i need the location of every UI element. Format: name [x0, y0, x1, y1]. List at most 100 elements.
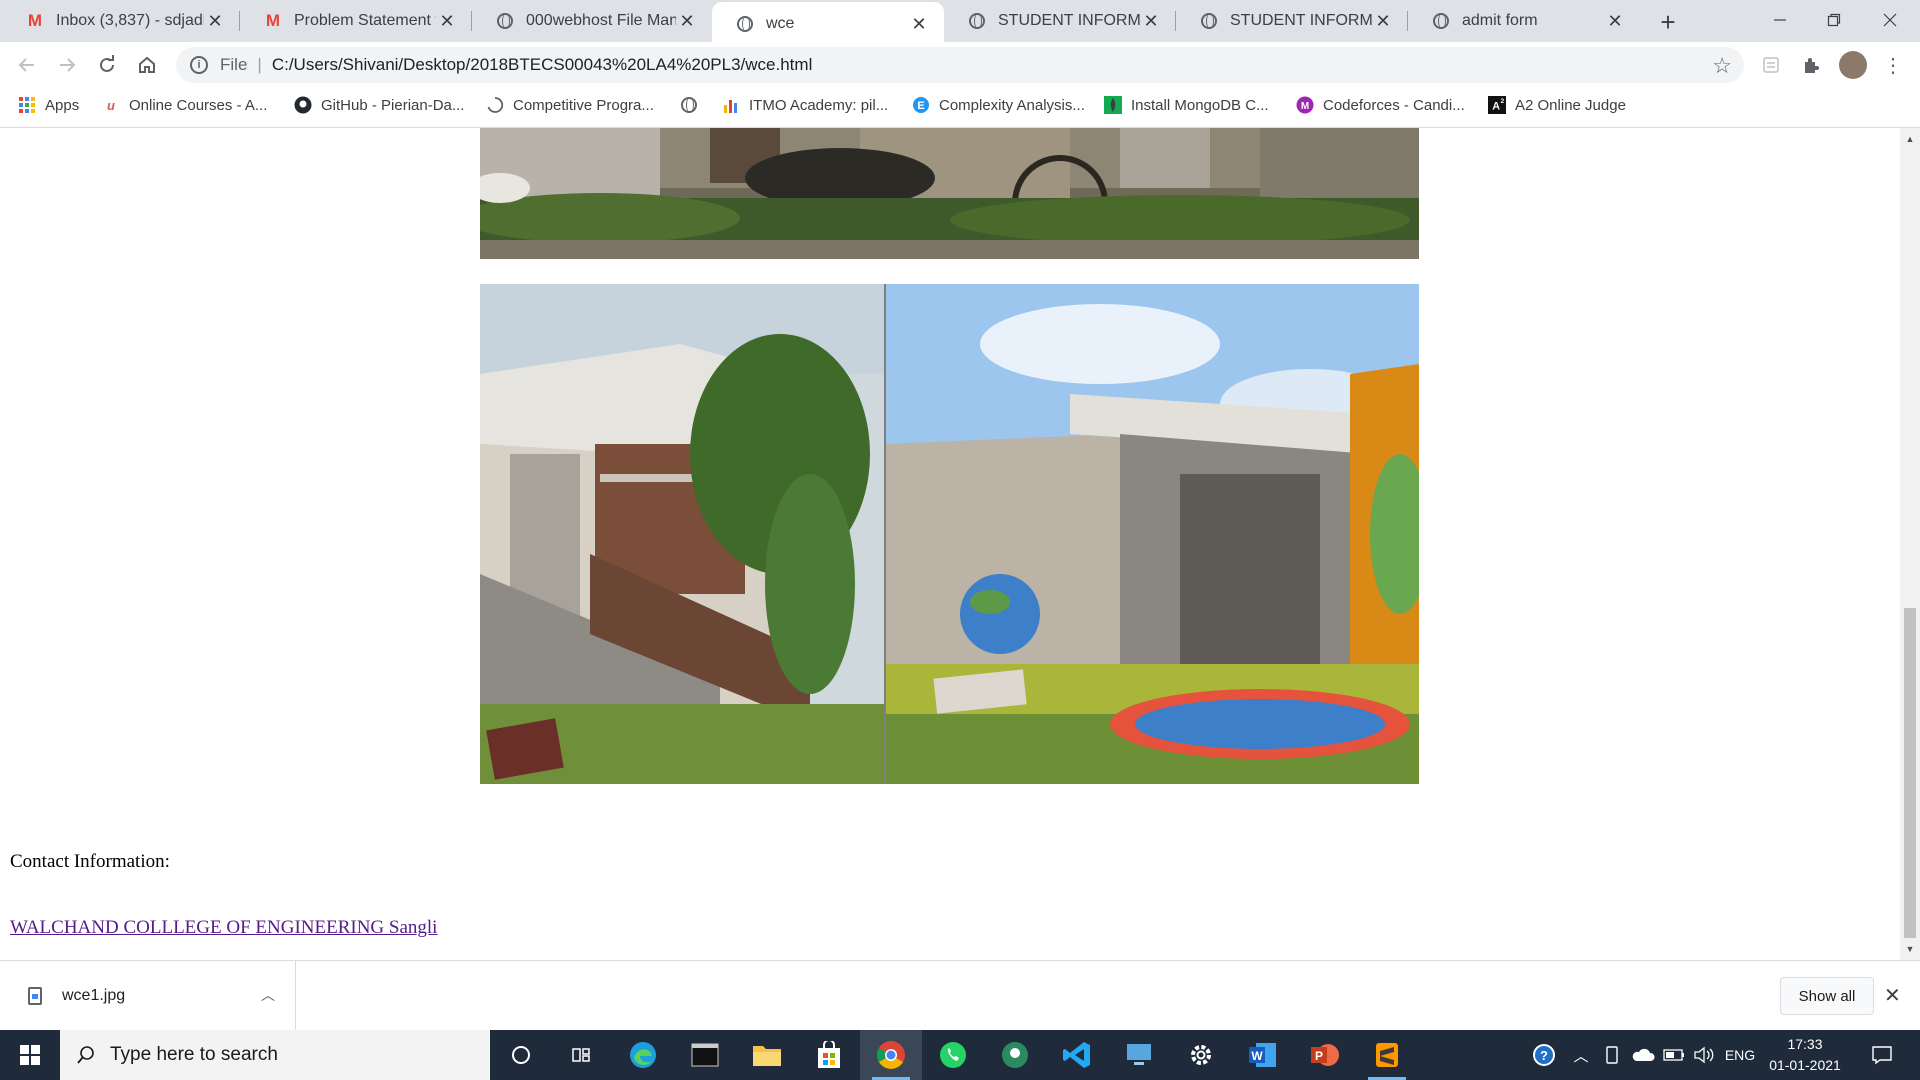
forward-button[interactable] [50, 48, 84, 82]
bookmark-a2[interactable]: A2 A2 Online Judge [1488, 88, 1626, 122]
close-tab-icon[interactable]: ✕ [908, 13, 930, 35]
close-tab-icon[interactable]: ✕ [436, 10, 458, 32]
scrollbar-thumb[interactable] [1904, 608, 1916, 938]
globe-icon [680, 96, 698, 114]
gmail-icon: M [265, 11, 281, 30]
terminal-icon[interactable] [674, 1030, 736, 1080]
file-explorer-icon[interactable] [736, 1030, 798, 1080]
loading-icon [486, 96, 504, 114]
profile-avatar[interactable] [1838, 50, 1868, 80]
device-icon[interactable] [1598, 1030, 1626, 1080]
tab-wce[interactable]: wce ✕ [712, 2, 944, 46]
close-icon [1883, 13, 1897, 27]
onedrive-cloud-icon[interactable] [1628, 1030, 1658, 1080]
new-tab-button[interactable]: + [1652, 6, 1684, 38]
tab-admit-form[interactable]: admit form ✕ [1408, 0, 1640, 42]
sublime-text-icon[interactable] [1356, 1030, 1418, 1080]
menu-kebab-icon[interactable]: ⋮ [1878, 50, 1908, 80]
search-icon [76, 1045, 96, 1065]
whatsapp-icon[interactable] [922, 1030, 984, 1080]
forward-arrow-icon [60, 58, 76, 72]
svg-text:2: 2 [1501, 98, 1505, 105]
bookmark-globe[interactable] [680, 88, 707, 122]
browser-toolbar: i File | C:/Users/Shivani/Desktop/2018BT… [0, 42, 1920, 88]
bookmark-label: GitHub - Pierian-Da... [321, 96, 465, 114]
reload-icon [100, 55, 114, 72]
bookmark-apps[interactable]: Apps [18, 88, 79, 122]
clock[interactable]: 17:33 01-01-2021 [1760, 1034, 1850, 1076]
downloads-bar: wce1.jpg ︿ Show all ✕ [0, 960, 1920, 1031]
college-link[interactable]: WALCHAND COLLLEGE OF ENGINEERING Sangli [10, 917, 437, 939]
tab-000webhost[interactable]: 000webhost File Manag ✕ [472, 0, 712, 42]
reading-list-icon[interactable] [1756, 50, 1786, 80]
bookmark-itmo[interactable]: ITMO Academy: pil... [722, 88, 888, 122]
globe-icon [1200, 12, 1218, 30]
tab-title: Problem Statement for [294, 12, 436, 29]
chrome-icon[interactable] [860, 1030, 922, 1080]
maps-pin-icon[interactable] [984, 1030, 1046, 1080]
volume-icon[interactable] [1690, 1030, 1718, 1080]
bookmark-mongodb[interactable]: Install MongoDB C... [1104, 88, 1269, 122]
svg-text:M: M [1301, 101, 1309, 112]
close-tab-icon[interactable]: ✕ [1140, 10, 1162, 32]
cortana-icon[interactable] [490, 1030, 552, 1080]
svg-text:A: A [1492, 101, 1500, 113]
powerpoint-icon[interactable]: P [1294, 1030, 1356, 1080]
globe-icon [1432, 12, 1450, 30]
word-icon[interactable]: W [1232, 1030, 1294, 1080]
svg-text:?: ? [1540, 1048, 1548, 1063]
edge-icon[interactable] [612, 1030, 674, 1080]
start-button[interactable] [0, 1030, 60, 1080]
bookmark-github[interactable]: GitHub - Pierian-Da... [294, 88, 464, 122]
tab-title: STUDENT INFORMATIO [1230, 12, 1372, 29]
close-tab-icon[interactable]: ✕ [1604, 10, 1626, 32]
bookmark-online-courses[interactable]: u Online Courses - A... [102, 88, 267, 122]
clock-time: 17:33 [1787, 1036, 1823, 1052]
show-all-button[interactable]: Show all [1780, 977, 1874, 1015]
bookmark-competitive[interactable]: Competitive Progra... [486, 88, 654, 122]
page-scrollbar[interactable]: ▲ ▼ [1900, 128, 1920, 960]
avatar [1839, 51, 1867, 79]
tab-student-info-2[interactable]: STUDENT INFORMATIO ✕ [1176, 0, 1408, 42]
close-downloads-icon[interactable]: ✕ [1884, 983, 1901, 1008]
taskbar-search[interactable]: Type here to search [60, 1030, 490, 1080]
address-bar[interactable]: i File | C:/Users/Shivani/Desktop/2018BT… [176, 47, 1744, 83]
download-file-name: wce1.jpg [62, 987, 126, 1004]
battery-icon[interactable] [1660, 1030, 1688, 1080]
windows-taskbar: Type here to search W P ? ︿ ENG 17:33 01… [0, 1030, 1920, 1080]
back-button[interactable] [10, 48, 44, 82]
close-window-button[interactable] [1862, 0, 1918, 40]
bookmark-complexity[interactable]: E Complexity Analysis... [912, 88, 1085, 122]
help-icon[interactable]: ? [1524, 1030, 1564, 1080]
bookmark-codeforces[interactable]: M Codeforces - Candi... [1296, 88, 1465, 122]
restore-button[interactable] [1806, 0, 1862, 40]
language-indicator[interactable]: ENG [1720, 1030, 1760, 1080]
url-text[interactable]: C:/Users/Shivani/Desktop/2018BTECS00043%… [272, 55, 813, 75]
computer-icon[interactable] [1108, 1030, 1170, 1080]
bookmark-star-icon[interactable]: ☆ [1712, 53, 1732, 79]
close-tab-icon[interactable]: ✕ [676, 10, 698, 32]
back-arrow-icon [18, 58, 34, 72]
minimize-button[interactable] [1752, 0, 1808, 40]
tab-inbox[interactable]: M Inbox (3,837) - sdjadhav ✕ [2, 0, 240, 42]
bookmark-label: Codeforces - Candi... [1323, 96, 1465, 114]
download-item[interactable]: wce1.jpg ︿ [0, 961, 296, 1031]
settings-gear-icon[interactable] [1170, 1030, 1232, 1080]
close-tab-icon[interactable]: ✕ [1372, 10, 1394, 32]
minimize-icon [1774, 19, 1786, 21]
notifications-icon[interactable] [1862, 1030, 1902, 1080]
info-icon[interactable]: i [190, 56, 208, 74]
task-view-icon[interactable] [550, 1030, 612, 1080]
close-tab-icon[interactable]: ✕ [204, 10, 226, 32]
store-icon[interactable] [798, 1030, 860, 1080]
scroll-up-icon[interactable]: ▲ [1900, 130, 1920, 148]
chevron-up-icon[interactable]: ︿ [261, 985, 275, 1005]
tab-problem-statement[interactable]: M Problem Statement for ✕ [240, 0, 472, 42]
tab-student-info-1[interactable]: STUDENT INFORMATIO ✕ [944, 0, 1176, 42]
scroll-down-icon[interactable]: ▼ [1900, 940, 1920, 958]
vscode-icon[interactable] [1046, 1030, 1108, 1080]
reload-button[interactable] [90, 48, 124, 82]
home-button[interactable] [130, 48, 164, 82]
extensions-puzzle-icon[interactable] [1796, 50, 1826, 80]
chevron-up-icon[interactable]: ︿ [1570, 1030, 1592, 1080]
